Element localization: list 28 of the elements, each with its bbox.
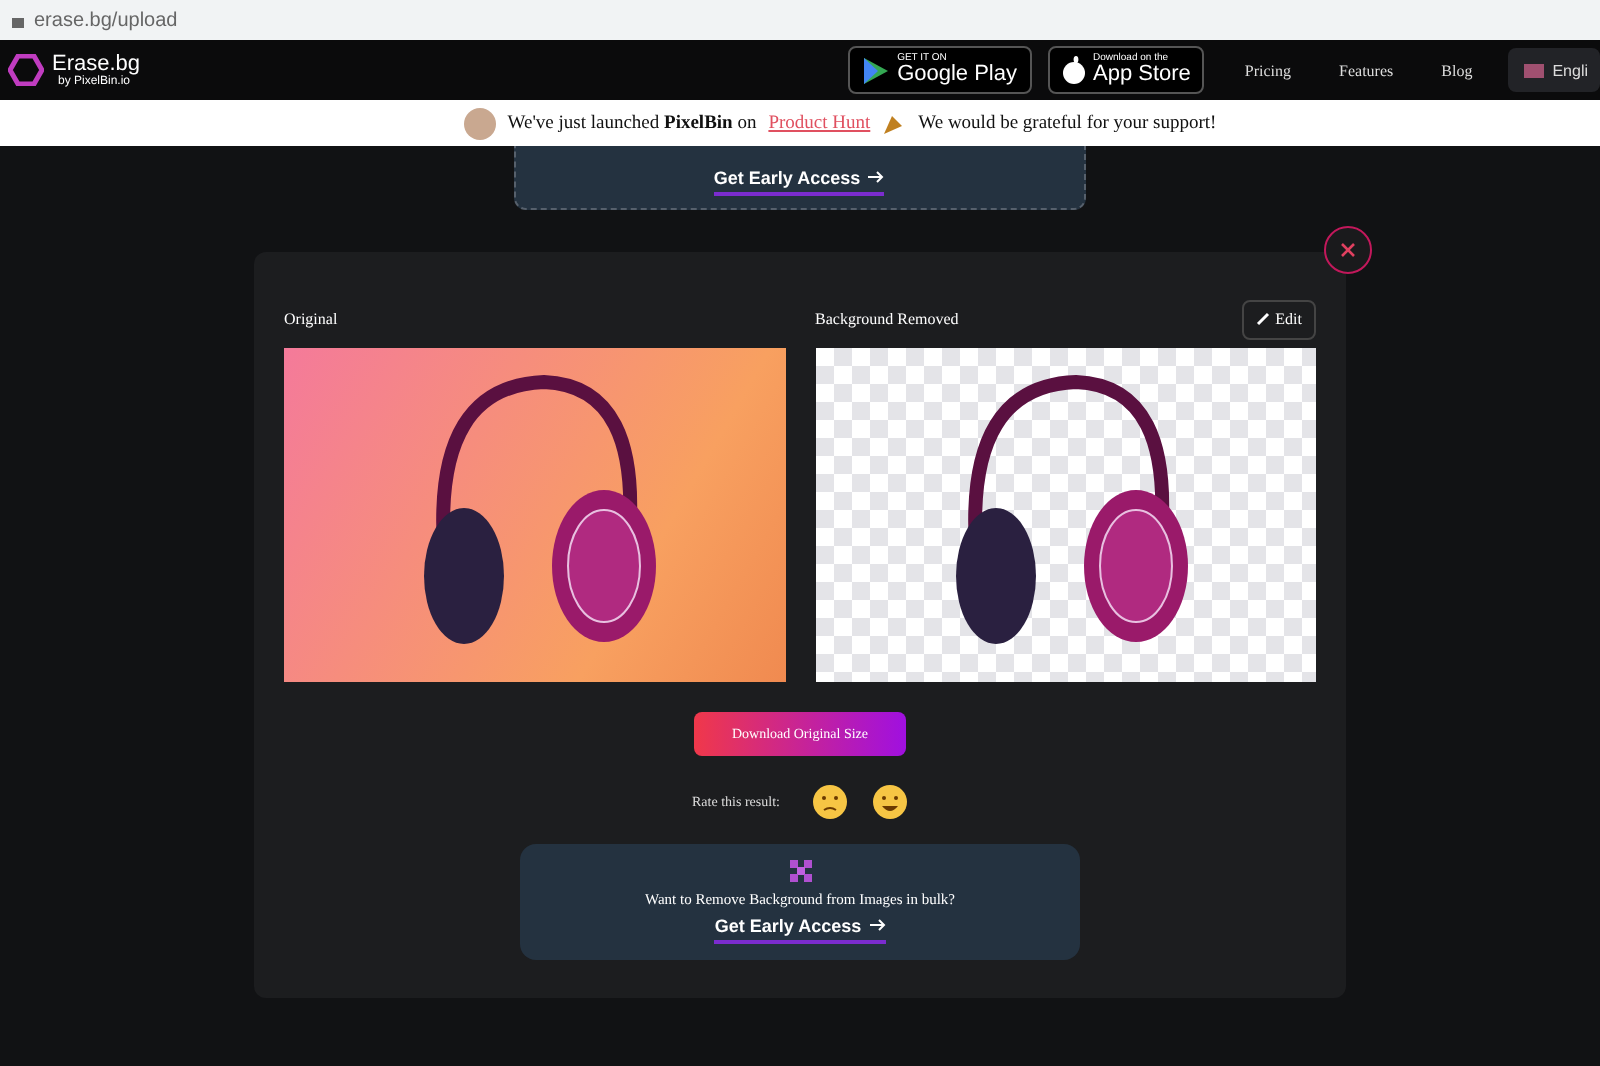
- early-access-link[interactable]: Get Early Access: [714, 916, 886, 944]
- pencil-icon: [1255, 312, 1270, 326]
- play-icon: [861, 55, 890, 85]
- nav-link[interactable]: Blog: [1441, 61, 1473, 79]
- product-hunt-link[interactable]: Product Hunt: [768, 113, 871, 133]
- url-text[interactable]: erase.bg/upload: [34, 9, 178, 31]
- arrow-right-icon: [868, 170, 885, 184]
- close-icon: [1340, 242, 1356, 258]
- flag-icon: [1524, 63, 1545, 77]
- lock-icon: [12, 12, 24, 28]
- edit-button[interactable]: Edit: [1241, 299, 1316, 339]
- logo-icon: [8, 54, 44, 86]
- early-access-link[interactable]: Get Early Access: [713, 168, 885, 196]
- banner-text: We would be grateful for your support!: [918, 113, 1217, 133]
- arrow-right-icon: [869, 918, 886, 932]
- language-button[interactable]: Engli: [1508, 48, 1600, 92]
- sad-face-button[interactable]: [811, 784, 848, 820]
- happy-face-button[interactable]: [871, 784, 908, 820]
- nav-link[interactable]: Features: [1339, 61, 1394, 79]
- avatar-icon: [463, 107, 496, 139]
- logo-title: Erase.bg: [52, 53, 141, 75]
- result-title: Background Removed: [815, 310, 959, 328]
- close-button[interactable]: [1324, 226, 1372, 274]
- grid-logo-icon: [789, 860, 811, 882]
- nav-link[interactable]: Pricing: [1244, 61, 1292, 79]
- original-title: Original: [284, 310, 338, 328]
- banner-text: We've just launched PixelBin on: [507, 113, 757, 133]
- apple-icon: [1061, 56, 1085, 84]
